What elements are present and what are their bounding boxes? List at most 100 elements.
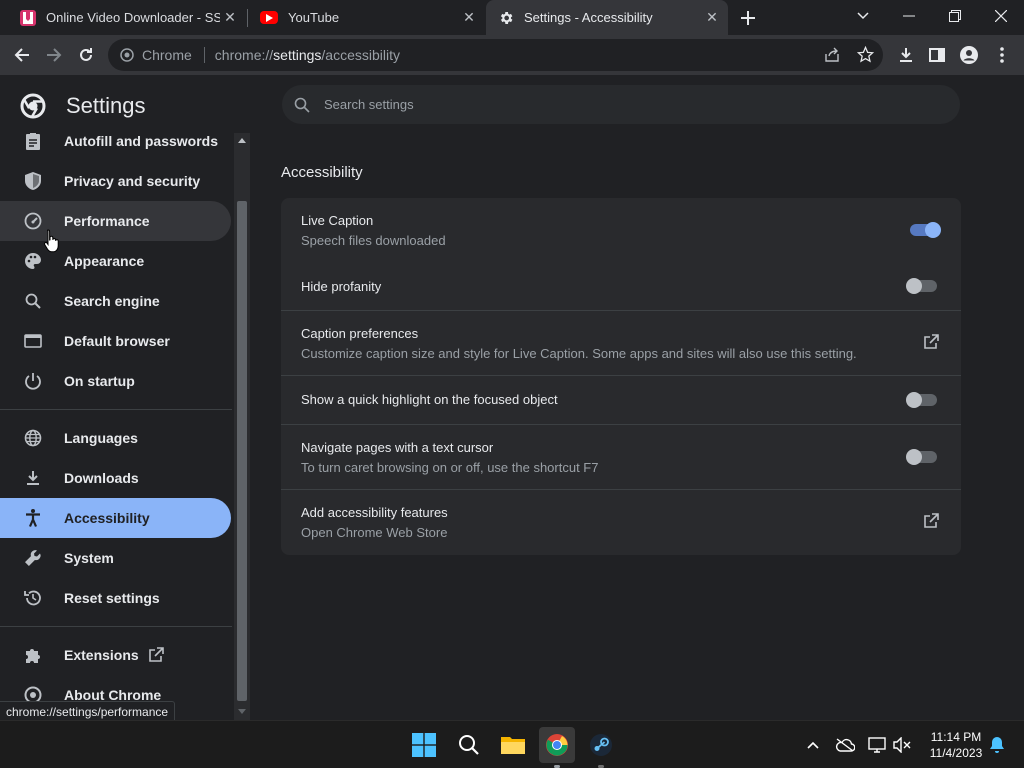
sidebar-scrollbar[interactable]: [234, 133, 250, 720]
setting-subtitle: Speech files downloaded: [301, 233, 446, 248]
setting-row-add-accessibility-features[interactable]: Add accessibility features Open Chrome W…: [281, 490, 961, 554]
sidebar-item-system[interactable]: System: [0, 538, 231, 578]
tab-search-button[interactable]: [840, 0, 886, 32]
sidebar-item-search-engine[interactable]: Search engine: [0, 281, 231, 321]
tab-ssyoutube[interactable]: Online Video Downloader - SSYo ✕: [8, 0, 246, 35]
steam-icon: [590, 734, 612, 756]
live-caption-toggle[interactable]: [907, 220, 943, 240]
close-icon[interactable]: ✕: [220, 8, 240, 28]
close-icon[interactable]: ✕: [702, 8, 722, 28]
side-panel-button[interactable]: [921, 39, 953, 71]
close-icon[interactable]: ✕: [459, 8, 479, 28]
sidebar-item-autofill[interactable]: Autofill and passwords: [0, 133, 231, 161]
accessibility-icon: [24, 509, 42, 527]
volume-muted-icon[interactable]: [892, 735, 912, 755]
minimize-button[interactable]: [886, 0, 932, 32]
forward-button[interactable]: [38, 39, 70, 71]
restore-button[interactable]: [932, 0, 978, 32]
folder-icon: [501, 737, 525, 754]
settings-sidebar: Autofill and passwords Privacy and secur…: [0, 133, 234, 720]
browser-toolbar: Chrome chrome://settings/accessibility: [0, 35, 1024, 75]
sidebar-item-default-browser[interactable]: Default browser: [0, 321, 231, 361]
caret-browsing-toggle[interactable]: [904, 447, 940, 467]
scroll-down-arrow[interactable]: [238, 709, 246, 714]
new-tab-button[interactable]: [736, 6, 760, 30]
external-link-icon[interactable]: [921, 511, 941, 531]
bookmark-star-icon[interactable]: [856, 45, 875, 66]
close-window-button[interactable]: [978, 0, 1024, 32]
back-button[interactable]: [6, 39, 38, 71]
tab-title: Online Video Downloader - SSYo: [46, 10, 220, 25]
sidebar-item-performance[interactable]: Performance: [0, 201, 231, 241]
chrome-icon: [120, 48, 134, 62]
show-hidden-icons-button[interactable]: [803, 735, 823, 755]
reload-button[interactable]: [70, 39, 102, 71]
site-info-chip[interactable]: Chrome: [120, 47, 192, 63]
sidebar-item-extensions[interactable]: Extensions: [0, 635, 231, 675]
start-button[interactable]: [406, 727, 442, 763]
url-text: chrome://settings/accessibility: [214, 47, 400, 63]
chevron-up-icon: [807, 741, 819, 749]
setting-row-quick-highlight[interactable]: Show a quick highlight on the focused ob…: [281, 376, 961, 424]
tab-youtube[interactable]: YouTube ✕: [248, 0, 485, 35]
setting-row-caret-browsing[interactable]: Navigate pages with a text cursor To tur…: [281, 425, 961, 489]
windows-taskbar: 11:14 PM 11/4/2023: [0, 720, 1024, 768]
address-bar[interactable]: Chrome chrome://settings/accessibility: [108, 39, 883, 71]
omnibox-divider: [203, 47, 205, 63]
sidebar-divider: [0, 409, 232, 410]
steam-taskbar-button[interactable]: [583, 727, 619, 763]
search-icon: [294, 97, 310, 113]
power-icon: [24, 372, 42, 390]
tab-strip: Online Video Downloader - SSYo ✕ YouTube…: [0, 0, 1024, 35]
search-icon: [24, 292, 42, 310]
sidebar-item-privacy[interactable]: Privacy and security: [0, 161, 231, 201]
taskbar-clock[interactable]: 11:14 PM 11/4/2023: [918, 729, 994, 761]
download-icon: [24, 469, 42, 487]
onedrive-offline-icon[interactable]: [835, 735, 855, 755]
setting-title: Live Caption: [301, 213, 374, 228]
menu-button[interactable]: [986, 39, 1018, 71]
accessibility-card: Live Caption Speech files downloaded Hid…: [281, 198, 961, 555]
sidebar-item-languages[interactable]: Languages: [0, 418, 231, 458]
site-chip-label: Chrome: [142, 47, 192, 63]
setting-title: Hide profanity: [301, 279, 382, 294]
tab-settings-accessibility[interactable]: Settings - Accessibility ✕: [486, 0, 728, 35]
scroll-up-arrow[interactable]: [238, 138, 246, 143]
side-panel-icon: [929, 48, 945, 62]
share-icon[interactable]: [824, 47, 840, 66]
chrome-logo-icon: [20, 93, 46, 124]
scrollbar-thumb[interactable]: [237, 201, 247, 701]
hand-cursor-icon: [44, 229, 60, 258]
external-link-icon[interactable]: [921, 332, 941, 352]
sidebar-item-reset-settings[interactable]: Reset settings: [0, 578, 231, 618]
profile-button[interactable]: [953, 39, 985, 71]
setting-row-caption-preferences[interactable]: Caption preferences Customize caption si…: [281, 311, 961, 375]
taskbar-search-button[interactable]: [451, 727, 487, 763]
chrome-icon: [546, 734, 568, 756]
setting-subtitle: Open Chrome Web Store: [301, 525, 448, 540]
quick-highlight-toggle[interactable]: [904, 390, 940, 410]
section-title: Accessibility: [281, 164, 363, 181]
chrome-taskbar-button[interactable]: [539, 727, 575, 763]
sidebar-item-downloads[interactable]: Downloads: [0, 458, 231, 498]
setting-title: Add accessibility features: [301, 505, 448, 520]
sidebar-item-accessibility[interactable]: Accessibility: [0, 498, 231, 538]
search-icon: [459, 735, 479, 755]
tab-title: Settings - Accessibility: [524, 10, 653, 25]
sidebar-item-appearance[interactable]: Appearance: [0, 241, 231, 281]
clipboard-icon: [24, 133, 42, 150]
setting-row-live-caption[interactable]: Live Caption Speech files downloaded: [281, 198, 961, 262]
hide-profanity-toggle[interactable]: [904, 276, 940, 296]
browser-window-icon: [24, 332, 42, 350]
setting-row-hide-profanity[interactable]: Hide profanity: [281, 262, 961, 310]
downloads-button[interactable]: [890, 39, 922, 71]
notifications-bell-icon[interactable]: [987, 735, 1007, 755]
palette-icon: [24, 252, 42, 270]
more-vert-icon: [1000, 47, 1004, 63]
network-icon[interactable]: [867, 735, 887, 755]
search-settings-input[interactable]: Search settings: [282, 85, 960, 124]
gear-icon: [498, 10, 514, 26]
wrench-icon: [24, 549, 42, 567]
sidebar-item-on-startup[interactable]: On startup: [0, 361, 231, 401]
file-explorer-button[interactable]: [495, 727, 531, 763]
